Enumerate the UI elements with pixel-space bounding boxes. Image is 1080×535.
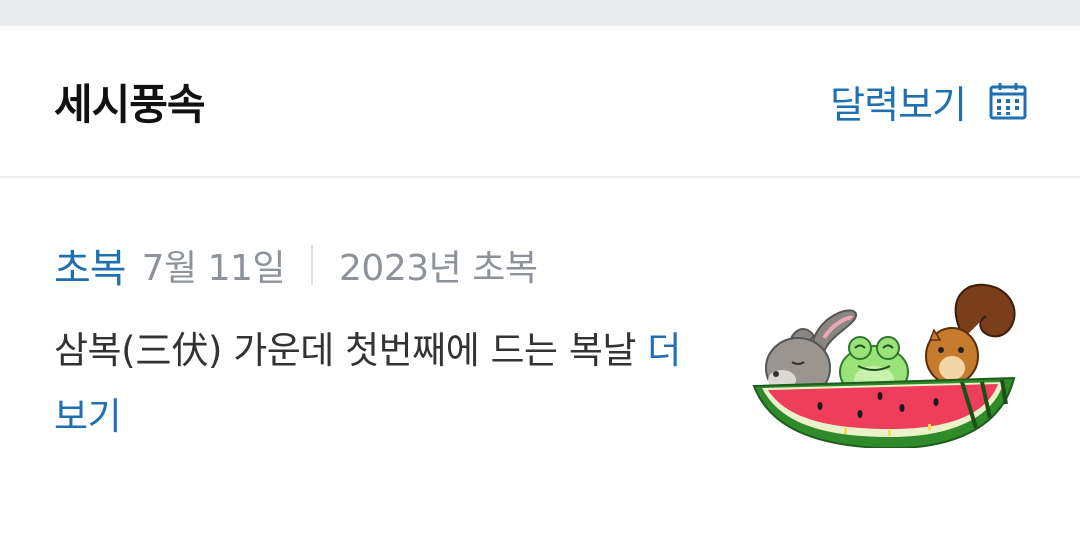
event-year-label: 2023년 초복 bbox=[339, 248, 538, 289]
top-band bbox=[0, 0, 1080, 26]
event-date: 7월 11일 bbox=[141, 248, 286, 289]
event-description-block: 삼복(三伏) 가운데 첫번째에 드는 복날 더보기 bbox=[54, 318, 714, 450]
section-header: 세시풍속 달력보기 bbox=[0, 26, 1080, 178]
event-card: 초복 7월 11일 2023년 초복 삼복(三伏) 가운데 첫번째에 드는 복날… bbox=[0, 178, 1080, 533]
meta-divider bbox=[311, 245, 314, 285]
section-title: 세시풍속 bbox=[54, 79, 206, 129]
calendar-icon bbox=[989, 83, 1027, 120]
calendar-view-label: 달력보기 bbox=[830, 82, 967, 127]
calendar-view-button[interactable]: 달력보기 bbox=[830, 74, 1028, 129]
event-meta: 초복 7월 11일 2023년 초복 bbox=[54, 236, 538, 294]
event-description: 삼복(三伏) 가운데 첫번째에 드는 복날 bbox=[54, 329, 636, 372]
event-name[interactable]: 초복 bbox=[54, 236, 127, 294]
rabbit-frog-squirrel-watermelon-illustration bbox=[752, 283, 1016, 448]
